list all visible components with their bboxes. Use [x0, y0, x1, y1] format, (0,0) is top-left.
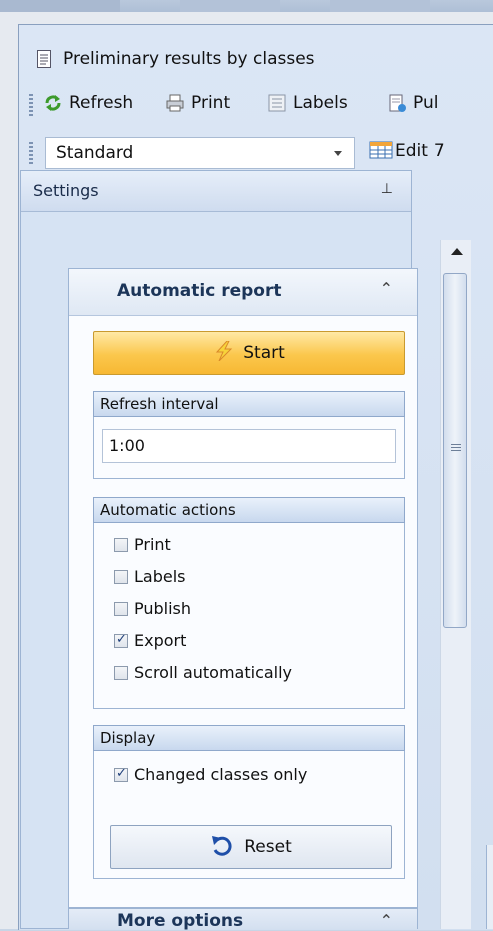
refresh-interval-input[interactable]: 1:00 — [102, 429, 396, 463]
refresh-icon — [43, 93, 63, 113]
printer-icon — [165, 93, 185, 113]
start-button[interactable]: Start — [93, 331, 405, 375]
automatic-report-title: Automatic report — [117, 281, 282, 301]
automatic-report-card: Automatic report ⌃ Start Refresh interva… — [68, 268, 418, 908]
automatic-report-header[interactable]: Automatic report ⌃ — [69, 269, 417, 316]
export-checkbox-label: Export — [134, 631, 187, 650]
print-label: Print — [191, 93, 231, 113]
lightning-icon — [213, 340, 235, 366]
labels-checkbox-label: Labels — [134, 567, 186, 586]
scroll-checkbox-label: Scroll automatically — [134, 663, 293, 682]
labels-button[interactable]: Labels — [267, 93, 348, 113]
reset-button[interactable]: Reset — [110, 825, 392, 869]
collapse-icon[interactable]: ⌃ — [380, 279, 393, 298]
export-checkbox-row[interactable]: Export — [114, 631, 186, 650]
start-label: Start — [243, 343, 285, 363]
adjacent-panel-edge — [486, 845, 493, 929]
edit-button[interactable]: Edit 7 — [369, 141, 445, 161]
title-bar: Preliminary results by classes — [19, 39, 493, 79]
labels-checkbox[interactable] — [114, 569, 128, 584]
layout-combo-value: Standard — [56, 143, 134, 163]
labels-icon — [267, 93, 287, 113]
settings-panel-header: Settings ⊥ — [21, 171, 411, 212]
main-toolbar: Refresh Print Labels Pul — [19, 85, 493, 125]
automatic-actions-header: Automatic actions — [93, 497, 405, 523]
publish-label: Pul — [413, 93, 439, 113]
automatic-actions-group: Print Labels Publish Export Scroll autom… — [93, 523, 405, 709]
publish-checkbox-row[interactable]: Publish — [114, 599, 191, 618]
table-icon — [369, 141, 393, 161]
changed-only-checkbox[interactable] — [114, 766, 128, 782]
scroll-up-icon[interactable] — [451, 248, 463, 255]
publish-checkbox-label: Publish — [134, 599, 192, 618]
edit-extra: 7 — [433, 141, 445, 161]
more-options-title: More options — [117, 911, 244, 931]
more-options-header[interactable]: More options ⌃ — [68, 908, 418, 931]
scroll-checkbox-row[interactable]: Scroll automatically — [114, 663, 292, 682]
publish-icon — [387, 93, 407, 113]
view-toolbar: Standard Edit 7 — [19, 133, 493, 173]
display-group: Changed classes only Reset — [93, 751, 405, 879]
print-checkbox[interactable] — [114, 537, 128, 552]
undo-icon — [210, 834, 234, 861]
labels-label: Labels — [293, 93, 348, 113]
export-checkbox[interactable] — [114, 632, 128, 648]
refresh-button[interactable]: Refresh — [43, 93, 133, 113]
print-checkbox-row[interactable]: Print — [114, 535, 171, 554]
expand-icon[interactable]: ⌃ — [380, 911, 393, 930]
refresh-interval-header: Refresh interval — [93, 391, 405, 417]
toolbar2-grip[interactable] — [29, 142, 33, 164]
window-title: Preliminary results by classes — [63, 49, 315, 69]
toolbar-grip[interactable] — [29, 94, 33, 116]
scroll-grip-icon — [451, 444, 461, 452]
refresh-interval-group: 1:00 — [93, 417, 405, 479]
reset-label: Reset — [244, 837, 292, 857]
labels-checkbox-row[interactable]: Labels — [114, 567, 186, 586]
vertical-scrollbar[interactable] — [440, 240, 471, 929]
publish-checkbox[interactable] — [114, 601, 128, 616]
pin-icon[interactable]: ⊥ — [381, 181, 393, 197]
display-header: Display — [93, 725, 405, 751]
refresh-label: Refresh — [69, 93, 134, 113]
print-checkbox-label: Print — [134, 535, 171, 554]
scroll-checkbox[interactable] — [114, 665, 128, 680]
publish-button[interactable]: Pul — [387, 93, 438, 113]
settings-title: Settings — [33, 181, 99, 200]
edit-label: Edit — [395, 141, 428, 161]
top-strip — [0, 0, 493, 12]
changed-only-checkbox-row[interactable]: Changed classes only — [114, 765, 307, 784]
changed-only-label: Changed classes only — [134, 765, 308, 784]
document-icon — [37, 50, 51, 68]
print-button[interactable]: Print — [165, 93, 230, 113]
layout-combo[interactable]: Standard — [45, 137, 355, 169]
chevron-down-icon[interactable] — [334, 151, 342, 156]
scroll-thumb[interactable] — [443, 273, 467, 628]
